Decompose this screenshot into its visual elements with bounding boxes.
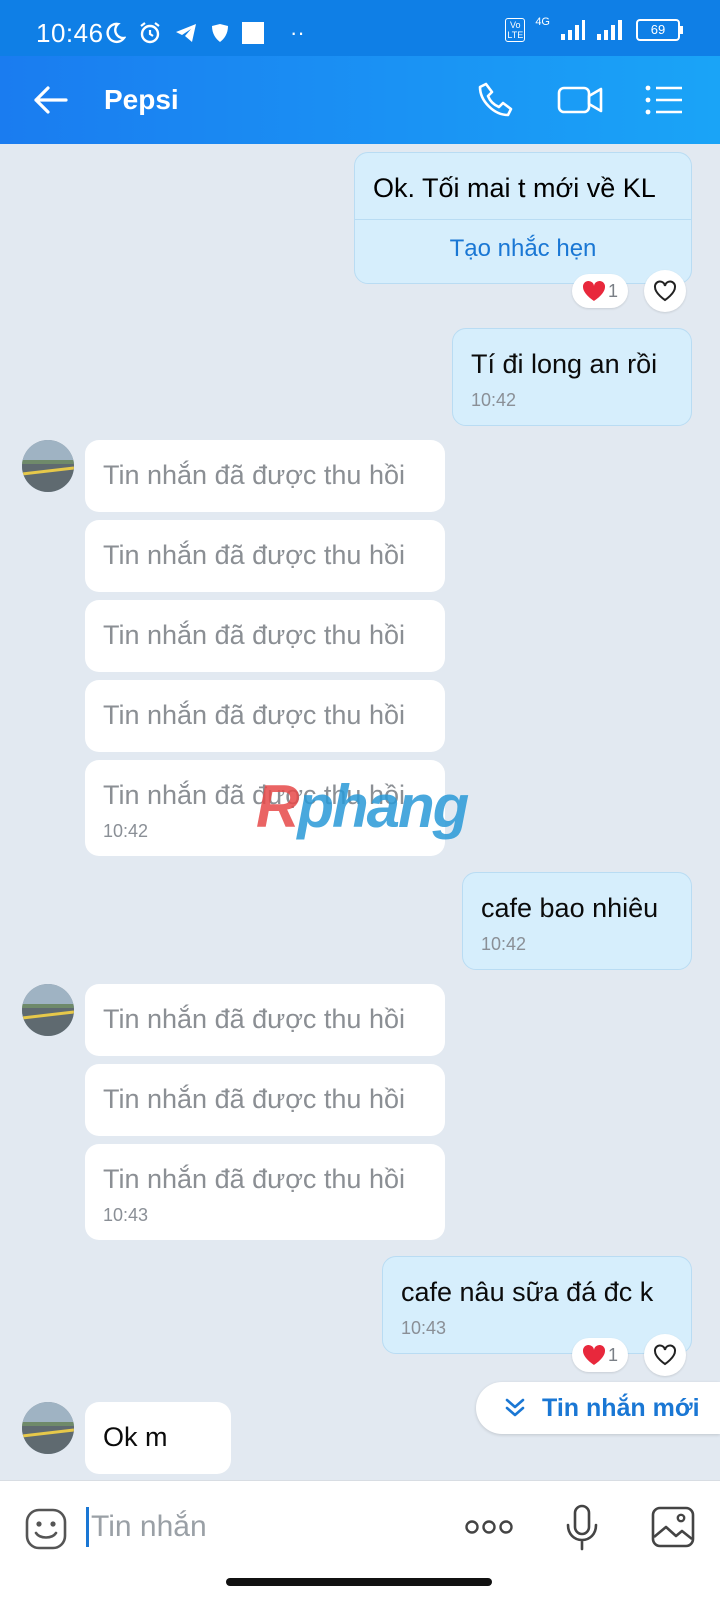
phone-call-icon[interactable] xyxy=(474,78,518,122)
new-messages-label: Tin nhắn mới xyxy=(542,1393,700,1422)
message-text: Tin nhắn đã được thu hồi xyxy=(103,620,405,650)
alarm-icon xyxy=(140,22,160,44)
message-time: 10:43 xyxy=(401,1318,447,1338)
recalled-message-bubble[interactable]: Tin nhắn đã được thu hồi xyxy=(85,1064,445,1136)
outgoing-message-bubble[interactable]: cafe bao nhiêu 10:42 xyxy=(462,872,692,970)
message-time: 10:43 xyxy=(103,1205,149,1225)
avatar-image xyxy=(22,440,74,492)
message-text: Tin nhắn đã được thu hồi xyxy=(103,1084,405,1114)
message-time: 10:42 xyxy=(481,934,527,954)
message-text: Tin nhắn đã được thu hồi xyxy=(103,1164,405,1194)
recalled-message-bubble[interactable]: Tin nhắn đã được thu hồi xyxy=(85,600,445,672)
heart-icon xyxy=(582,280,606,301)
reaction-count[interactable]: 1 xyxy=(572,274,628,308)
create-reminder-link[interactable]: Tạo nhắc hẹn xyxy=(355,235,691,263)
moon-icon xyxy=(106,22,126,44)
image-gallery-icon[interactable] xyxy=(650,1505,696,1549)
status-icons-right: Vo LTE 4G 69 xyxy=(505,16,683,42)
heart-outline-icon xyxy=(654,1344,676,1366)
notification-square-icon xyxy=(242,22,264,44)
home-indicator xyxy=(226,1578,492,1586)
avatar[interactable] xyxy=(22,984,74,1036)
message-text: Ok m xyxy=(103,1422,168,1452)
status-icons-left: ·· xyxy=(104,20,305,46)
new-messages-button[interactable]: Tin nhắn mới xyxy=(476,1382,720,1434)
divider xyxy=(355,219,691,220)
shield-icon xyxy=(212,24,228,42)
recalled-message-bubble[interactable]: Tin nhắn đã được thu hồi xyxy=(85,984,445,1056)
volte-icon: Vo LTE xyxy=(505,18,526,42)
message-input[interactable]: Tin nhắn xyxy=(86,1507,207,1547)
sticker-emoji-icon[interactable] xyxy=(24,1507,68,1551)
signal-icon xyxy=(561,20,585,40)
incoming-message-bubble[interactable]: Ok m xyxy=(85,1402,231,1474)
video-call-icon[interactable] xyxy=(556,78,606,122)
chat-header: Pepsi xyxy=(0,56,720,144)
message-text: cafe bao nhiêu xyxy=(481,893,659,923)
microphone-icon[interactable] xyxy=(564,1503,600,1553)
watermark-logo: Rphang xyxy=(256,772,469,841)
status-time: 10:46 xyxy=(36,18,104,48)
battery-level: 69 xyxy=(650,22,666,37)
double-chevron-down-icon xyxy=(505,1398,525,1417)
network-label: 4G xyxy=(535,16,550,28)
signal-icon-2 xyxy=(597,20,622,40)
recalled-message-bubble[interactable]: Tin nhắn đã được thu hồi 10:43 xyxy=(85,1144,445,1240)
message-text: Tin nhắn đã được thu hồi xyxy=(103,540,405,570)
reaction-number: 1 xyxy=(607,280,618,301)
message-time: 10:42 xyxy=(471,390,517,410)
heart-icon xyxy=(582,1344,606,1365)
battery-icon: 69 xyxy=(636,19,683,41)
watermark-part-1: R xyxy=(256,773,299,840)
more-options-icon[interactable] xyxy=(464,1517,514,1537)
more-notifications-icon: ·· xyxy=(290,20,305,45)
recalled-message-bubble[interactable]: Tin nhắn đã được thu hồi xyxy=(85,440,445,512)
message-text: Tin nhắn đã được thu hồi xyxy=(103,460,405,490)
telegram-icon xyxy=(176,24,196,42)
status-bar: 10:46 ·· Vo LTE 4G 69 xyxy=(0,0,720,56)
recalled-message-bubble[interactable]: Tin nhắn đã được thu hồi xyxy=(85,520,445,592)
avatar[interactable] xyxy=(22,440,74,492)
avatar-image xyxy=(22,984,74,1036)
outgoing-message-bubble[interactable]: cafe nâu sữa đá đc k 10:43 xyxy=(382,1256,692,1354)
avatar-image xyxy=(22,1402,74,1454)
outgoing-message-bubble[interactable]: Tí đi long an rồi 10:42 xyxy=(452,328,692,426)
watermark-part-2: phang xyxy=(297,773,469,840)
message-text: Tin nhắn đã được thu hồi xyxy=(103,1004,405,1034)
reaction-count[interactable]: 1 xyxy=(572,1338,628,1372)
outgoing-message-bubble[interactable]: Ok. Tối mai t mới về KL Tạo nhắc hẹn xyxy=(354,152,692,284)
heart-outline-icon xyxy=(654,280,676,302)
react-heart-button[interactable] xyxy=(644,1334,686,1376)
recalled-message-bubble[interactable]: Tin nhắn đã được thu hồi xyxy=(85,680,445,752)
message-text: Ok. Tối mai t mới về KL xyxy=(373,173,656,203)
message-text: Tí đi long an rồi xyxy=(471,349,658,379)
avatar[interactable] xyxy=(22,1402,74,1454)
back-arrow-icon[interactable] xyxy=(30,80,70,120)
reaction-number: 1 xyxy=(607,1344,618,1365)
menu-list-icon[interactable] xyxy=(642,78,686,122)
message-text: cafe nâu sữa đá đc k xyxy=(401,1277,654,1307)
message-text: Tin nhắn đã được thu hồi xyxy=(103,700,405,730)
contact-name[interactable]: Pepsi xyxy=(104,84,179,116)
react-heart-button[interactable] xyxy=(644,270,686,312)
